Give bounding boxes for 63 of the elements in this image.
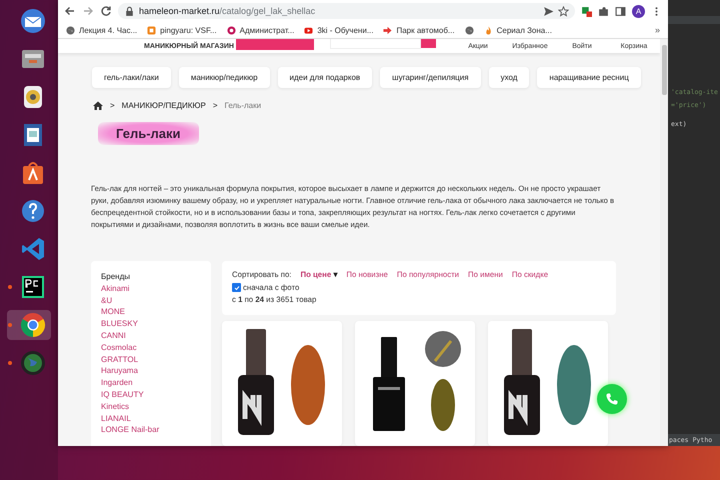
brand-link[interactable]: Akinami	[101, 282, 130, 295]
phone-icon	[605, 392, 619, 406]
dock-item[interactable]	[7, 310, 51, 340]
bookmark[interactable]: Парк автомоб...	[383, 26, 455, 34]
brand-link[interactable]: LIANAIL	[101, 412, 131, 424]
brand-link[interactable]: &U	[101, 294, 112, 306]
brand-link[interactable]: CANNI	[101, 330, 126, 342]
brand-link[interactable]: IQ BEAUTY	[101, 388, 144, 401]
category-button[interactable]: наращивание ресниц	[537, 67, 641, 88]
search-field[interactable]	[330, 39, 421, 48]
editor-tab-bar	[668, 16, 720, 24]
lock-icon	[124, 6, 135, 16]
bookmark[interactable]: 3ki - Обучени...	[304, 26, 374, 34]
address-bar[interactable]: hameleon-market.ru/catalog/gel_lak_shellac	[118, 3, 575, 19]
mail-icon	[19, 7, 47, 35]
product-card[interactable]	[488, 320, 608, 446]
arrow-icon	[383, 26, 392, 34]
bookmark[interactable]: Лекция 4. Час...	[66, 26, 138, 34]
globe-icon	[464, 26, 474, 34]
square-icon	[147, 26, 156, 34]
bookmark[interactable]: pingyaru: VSF...	[147, 26, 217, 34]
checkbox[interactable]	[232, 283, 241, 292]
extension-icon[interactable]	[581, 6, 592, 16]
brand-link[interactable]: Ingarden	[101, 377, 133, 389]
bookmark[interactable]: Сериал Зона...	[484, 26, 552, 34]
profile-avatar[interactable]: A	[632, 4, 645, 18]
page-title: Гель-лаки	[98, 122, 199, 145]
search-button[interactable]	[420, 39, 436, 48]
brand-link[interactable]: MONE	[101, 306, 125, 318]
globe-icon	[66, 26, 75, 34]
flame-icon	[484, 26, 493, 34]
home-icon[interactable]	[93, 101, 103, 110]
category-button[interactable]: уход	[488, 67, 530, 88]
category-button[interactable]: шугаринг/депиляция	[380, 67, 481, 88]
reload-icon[interactable]	[100, 5, 112, 17]
more-bookmarks-button[interactable]: »	[654, 25, 660, 35]
browser-icon	[19, 311, 47, 339]
category-button[interactable]: идеи для подарков	[278, 67, 372, 88]
breadcrumb-separator: >	[212, 101, 218, 110]
back-icon[interactable]	[64, 5, 76, 17]
brand-link[interactable]: Haruyama	[101, 365, 138, 378]
product-card[interactable]	[355, 320, 475, 446]
side-panel-icon[interactable]	[615, 6, 626, 16]
bookmark[interactable]: Администрат...	[226, 26, 294, 34]
breadcrumb-separator: >	[110, 101, 115, 110]
globe-icon	[19, 349, 47, 377]
help-icon	[19, 197, 47, 225]
category-button[interactable]: маникюр/педикюр	[178, 67, 270, 88]
pycharm-icon	[19, 273, 47, 301]
category-button[interactable]: гель-лаки/лаки	[92, 67, 171, 88]
brand-link[interactable]: LONGE Nail-bar	[101, 424, 160, 436]
ring-icon	[226, 26, 236, 34]
brand-link[interactable]: Kinetics	[101, 400, 130, 413]
play-icon	[304, 26, 314, 34]
brand-link[interactable]: BLUESKY	[101, 318, 138, 330]
brand-link[interactable]: Cosmolac	[101, 342, 137, 354]
send-icon[interactable]	[543, 6, 554, 16]
brand-link[interactable]: GRATTOL	[101, 354, 138, 366]
star-icon[interactable]	[558, 6, 569, 16]
product-card[interactable]	[222, 320, 342, 446]
filter-heading: Бренды	[101, 271, 131, 283]
code-icon	[19, 235, 47, 263]
breadcrumb-link[interactable]: МАНИКЮР/ПЕДИКЮР	[122, 101, 206, 110]
